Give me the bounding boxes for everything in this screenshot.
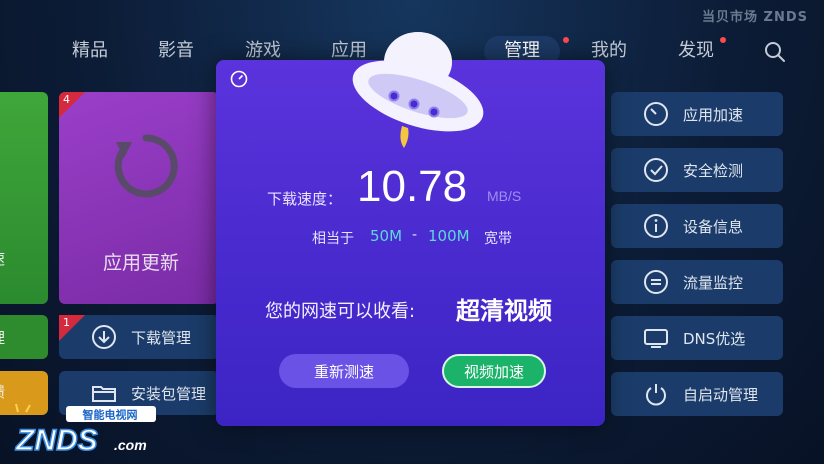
nav-item-discover[interactable]: 发现 <box>678 36 714 66</box>
video-boost-button[interactable]: 视频加速 <box>442 354 546 388</box>
speed-unit: MB/S <box>487 188 522 204</box>
refresh-icon <box>114 134 178 198</box>
tile-app-speedup-partial[interactable]: 速 <box>0 92 48 304</box>
tile-label: 速 <box>0 248 5 269</box>
bandwidth-dash: - <box>412 227 418 243</box>
dns-icon <box>644 329 668 348</box>
gauge-icon <box>230 70 248 88</box>
video-quality-value: 超清视频 <box>456 297 552 325</box>
menu-autostart-manager[interactable]: 自启动管理 <box>611 372 783 416</box>
menu-label: 流量监控 <box>683 273 744 292</box>
download-icon <box>92 325 116 349</box>
tile-label: 下载管理 <box>131 328 192 347</box>
svg-text:智能电视网: 智能电视网 <box>83 408 138 422</box>
speed-label: 下载速度： <box>267 190 343 208</box>
ufo-rocket-icon <box>352 32 484 148</box>
bandwidth-high: 100M <box>428 227 470 245</box>
bandwidth-prefix: 相当于 <box>312 231 354 247</box>
tile-manage-partial[interactable]: 理 <box>0 315 48 359</box>
power-icon <box>646 384 666 406</box>
notification-dot <box>720 37 726 43</box>
retest-button[interactable]: 重新测速 <box>279 354 409 388</box>
search-icon[interactable] <box>764 41 786 63</box>
menu-label: 应用加速 <box>683 105 744 124</box>
menu-device-info[interactable]: 设备信息 <box>611 204 783 248</box>
svg-text:ZNDS: ZNDS <box>15 424 98 457</box>
menu-label: DNS优选 <box>683 329 746 348</box>
notification-dot <box>563 37 569 43</box>
menu-security-check[interactable]: 安全检测 <box>611 148 783 192</box>
nav-item-featured[interactable]: 精品 <box>72 36 108 66</box>
speed-icon <box>644 102 668 126</box>
video-quality-label: 您的网速可以收看: <box>265 301 416 322</box>
bandwidth-low: 50M <box>370 227 403 245</box>
info-icon <box>644 214 668 238</box>
tile-label: 应用更新 <box>103 252 180 274</box>
menu-app-speedup[interactable]: 应用加速 <box>611 92 783 136</box>
speed-value: 10.78 <box>357 162 468 211</box>
menu-dns-optimize[interactable]: DNS优选 <box>611 316 783 360</box>
menu-label: 安全检测 <box>683 161 744 180</box>
menu-label: 自启动管理 <box>683 385 759 404</box>
tile-label: 馈 <box>0 381 5 402</box>
menu-traffic-monitor[interactable]: 流量监控 <box>611 260 783 304</box>
traffic-icon <box>644 270 668 294</box>
znds-logo: 智能电视网 ZNDS .com <box>14 403 156 458</box>
svg-text:.com: .com <box>114 437 147 453</box>
menu-label: 设备信息 <box>683 217 744 236</box>
tile-download-manager[interactable]: 1 下载管理 <box>59 315 219 359</box>
nav-item-media[interactable]: 影音 <box>158 36 194 66</box>
bandwidth-suffix: 宽带 <box>484 231 512 247</box>
badge-count: 4 <box>63 93 70 106</box>
tile-label: 理 <box>0 327 5 348</box>
badge-count: 1 <box>63 316 70 329</box>
brand-watermark: 当贝市场 ZNDS <box>702 10 808 25</box>
check-icon <box>644 158 668 182</box>
